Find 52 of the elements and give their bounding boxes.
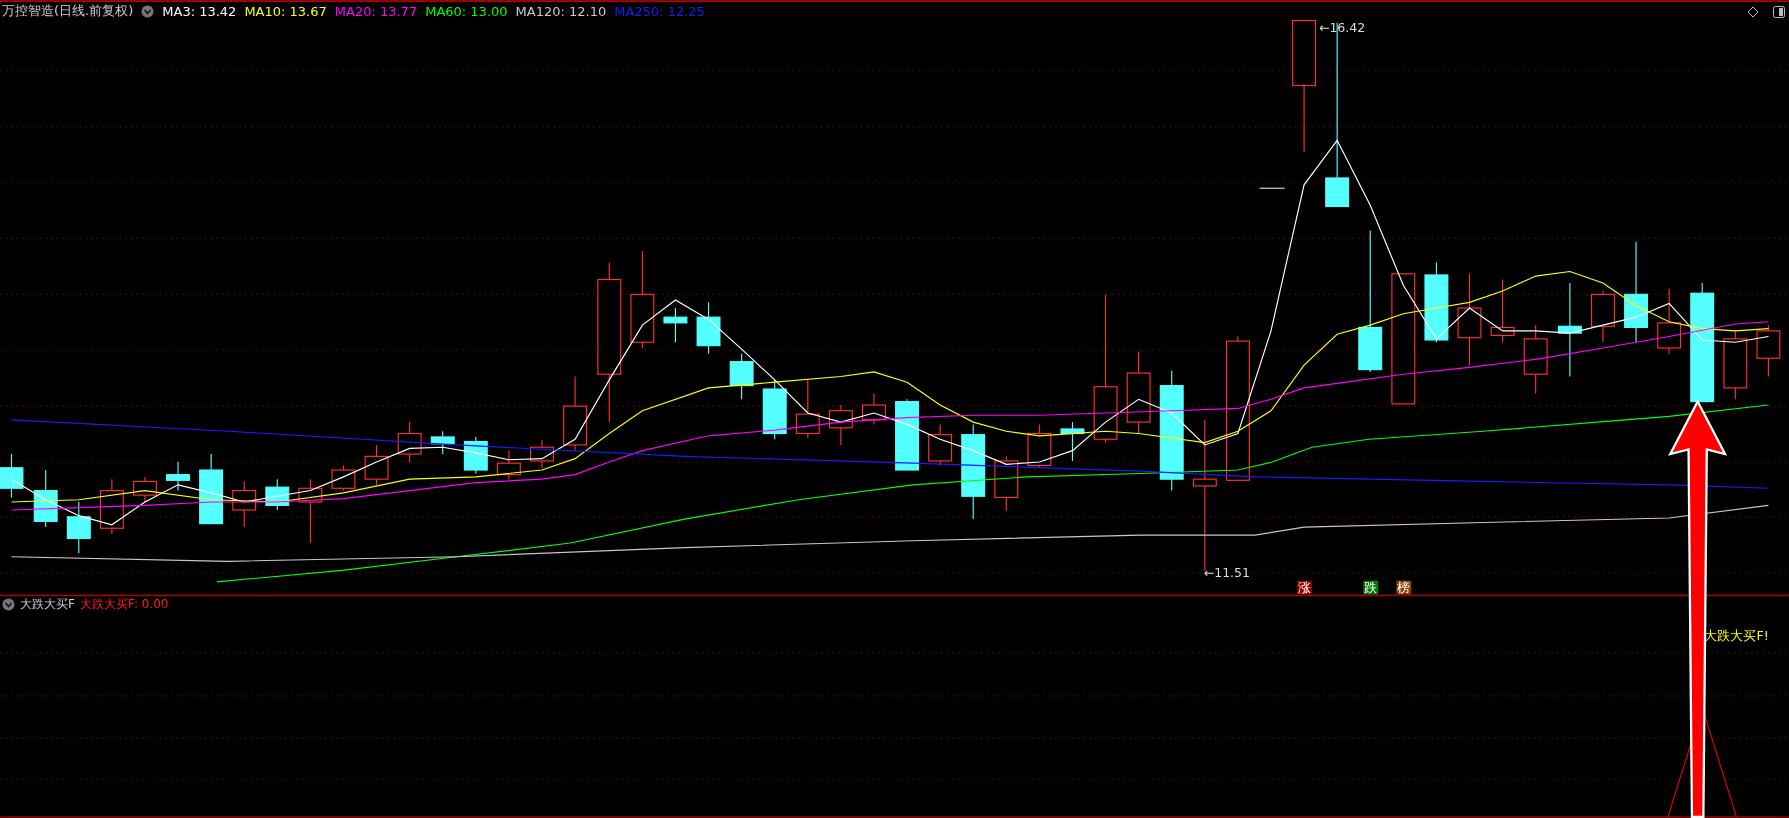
diamond-icon[interactable] [1747, 6, 1759, 18]
candlestick [1591, 290, 1615, 343]
low-price-label: ←11.51 [1203, 565, 1251, 581]
indicator-value: MA3: 13.42 [162, 3, 237, 19]
candlestick [33, 469, 58, 528]
candlestick [994, 455, 1019, 512]
indicator-value: MA60: 13.00 [425, 3, 508, 19]
dropdown-icon[interactable] [2, 598, 15, 611]
indicator-title: 大跌大买F [20, 596, 75, 613]
candlestick [132, 476, 157, 503]
event-badge[interactable]: 涨 [1297, 580, 1313, 596]
candlestick [298, 478, 323, 544]
event-badge[interactable]: 榜 [1396, 580, 1412, 596]
candlestick [99, 478, 124, 535]
price-marker-line [1259, 187, 1286, 189]
candlestick [66, 501, 91, 554]
panel-toggle-icon[interactable] [1773, 6, 1785, 18]
candlestick [696, 301, 721, 355]
candlestick [199, 453, 224, 525]
candlestick [795, 379, 820, 439]
indicator-value: MA120: 12.10 [515, 3, 607, 19]
candlestick [762, 379, 787, 440]
chart-title: 万控智造(日线.前复权) [2, 2, 134, 20]
candlestick [1027, 423, 1052, 469]
candlestick [1723, 330, 1748, 400]
indicator-value: 大跌大买F: 0.00 [79, 596, 169, 613]
candlestick [663, 307, 688, 343]
candlestick [928, 423, 953, 467]
candlestick [331, 464, 356, 492]
candlestick [265, 478, 290, 511]
indicator-value: MA20: 13.77 [334, 3, 418, 19]
candlestick [1657, 288, 1682, 355]
candlestick [364, 444, 389, 486]
candlestick [430, 430, 455, 455]
candlestick [862, 393, 886, 425]
candlestick [1756, 324, 1781, 378]
candlestick [397, 421, 422, 463]
candlestick [530, 439, 554, 469]
dropdown-icon[interactable] [141, 4, 155, 18]
candlestick [0, 453, 24, 498]
candlestick [232, 480, 257, 528]
candlestick [1490, 278, 1515, 343]
candlestick [496, 450, 521, 480]
candlestick [729, 353, 754, 400]
candlestick [828, 404, 853, 446]
candlestick [463, 436, 488, 475]
candlestick [166, 461, 190, 492]
indicator-value: MA250: 12.25 [614, 3, 705, 19]
candlestick [1060, 421, 1085, 462]
indicator-value: MA10: 13.67 [244, 3, 327, 19]
event-badge[interactable]: 跌 [1363, 580, 1379, 596]
candlestick [1523, 324, 1548, 395]
